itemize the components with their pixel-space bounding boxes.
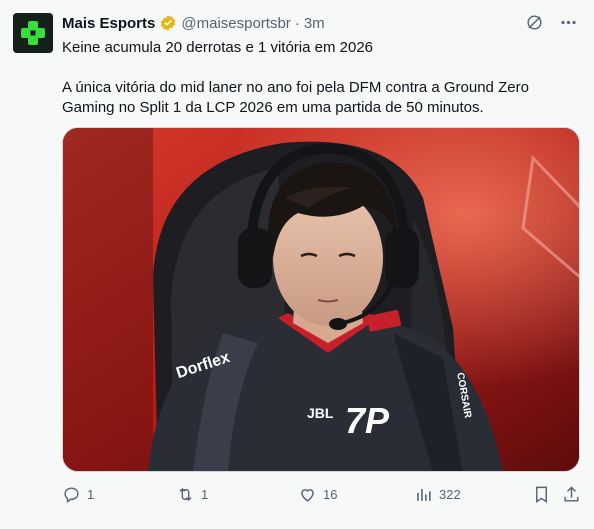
like-icon [301, 489, 314, 502]
reply-count: 1 [87, 487, 95, 502]
jersey-logo: 7P [345, 400, 390, 441]
reply-button[interactable]: 1 [62, 485, 94, 504]
verified-badge-icon [159, 14, 177, 32]
views-button[interactable]: 322 [414, 485, 461, 504]
tweet-text-line-1: Keine acumula 20 derrotas e 1 vitória em… [62, 39, 374, 56]
tweet-top-actions [524, 12, 578, 32]
tweet-card[interactable]: Mais Esports @maisesportsbr · 3m Keine a… [0, 0, 594, 529]
repost-icon [179, 487, 192, 502]
grok-icon[interactable] [524, 12, 544, 32]
avatar[interactable] [13, 13, 53, 53]
author-name[interactable]: Mais Esports [62, 15, 155, 32]
tweet-media-photo[interactable]: Dorflex JBL 7P CORSAIR [62, 127, 580, 472]
tweet-text-line-2: A única vitória do mid laner no ano foi … [62, 79, 529, 116]
bookmark-icon [536, 486, 547, 503]
repost-button[interactable]: 1 [176, 485, 208, 504]
share-icon [564, 486, 579, 502]
separator-dot: · [294, 14, 300, 32]
like-count: 16 [323, 487, 338, 502]
bookmark-button[interactable] [532, 485, 551, 504]
more-icon[interactable] [558, 12, 578, 32]
mais-esports-logo-icon [13, 13, 53, 53]
jersey-sponsor-center: JBL [307, 405, 334, 421]
tweet-actions-bar: 1 1 16 322 [62, 485, 582, 505]
repost-count: 1 [201, 487, 209, 502]
views-count: 322 [439, 487, 461, 502]
author-handle[interactable]: @maisesportsbr [181, 15, 290, 32]
reply-icon [64, 487, 79, 504]
player-photo: Dorflex JBL 7P CORSAIR [63, 128, 579, 471]
views-icon [417, 488, 431, 501]
share-button[interactable] [562, 485, 581, 504]
tweet-header: Mais Esports @maisesportsbr · 3m [62, 13, 325, 33]
like-button[interactable]: 16 [298, 485, 337, 504]
tweet-text: Keine acumula 20 derrotas e 1 vitória em… [62, 38, 572, 118]
timestamp[interactable]: 3m [304, 15, 325, 32]
